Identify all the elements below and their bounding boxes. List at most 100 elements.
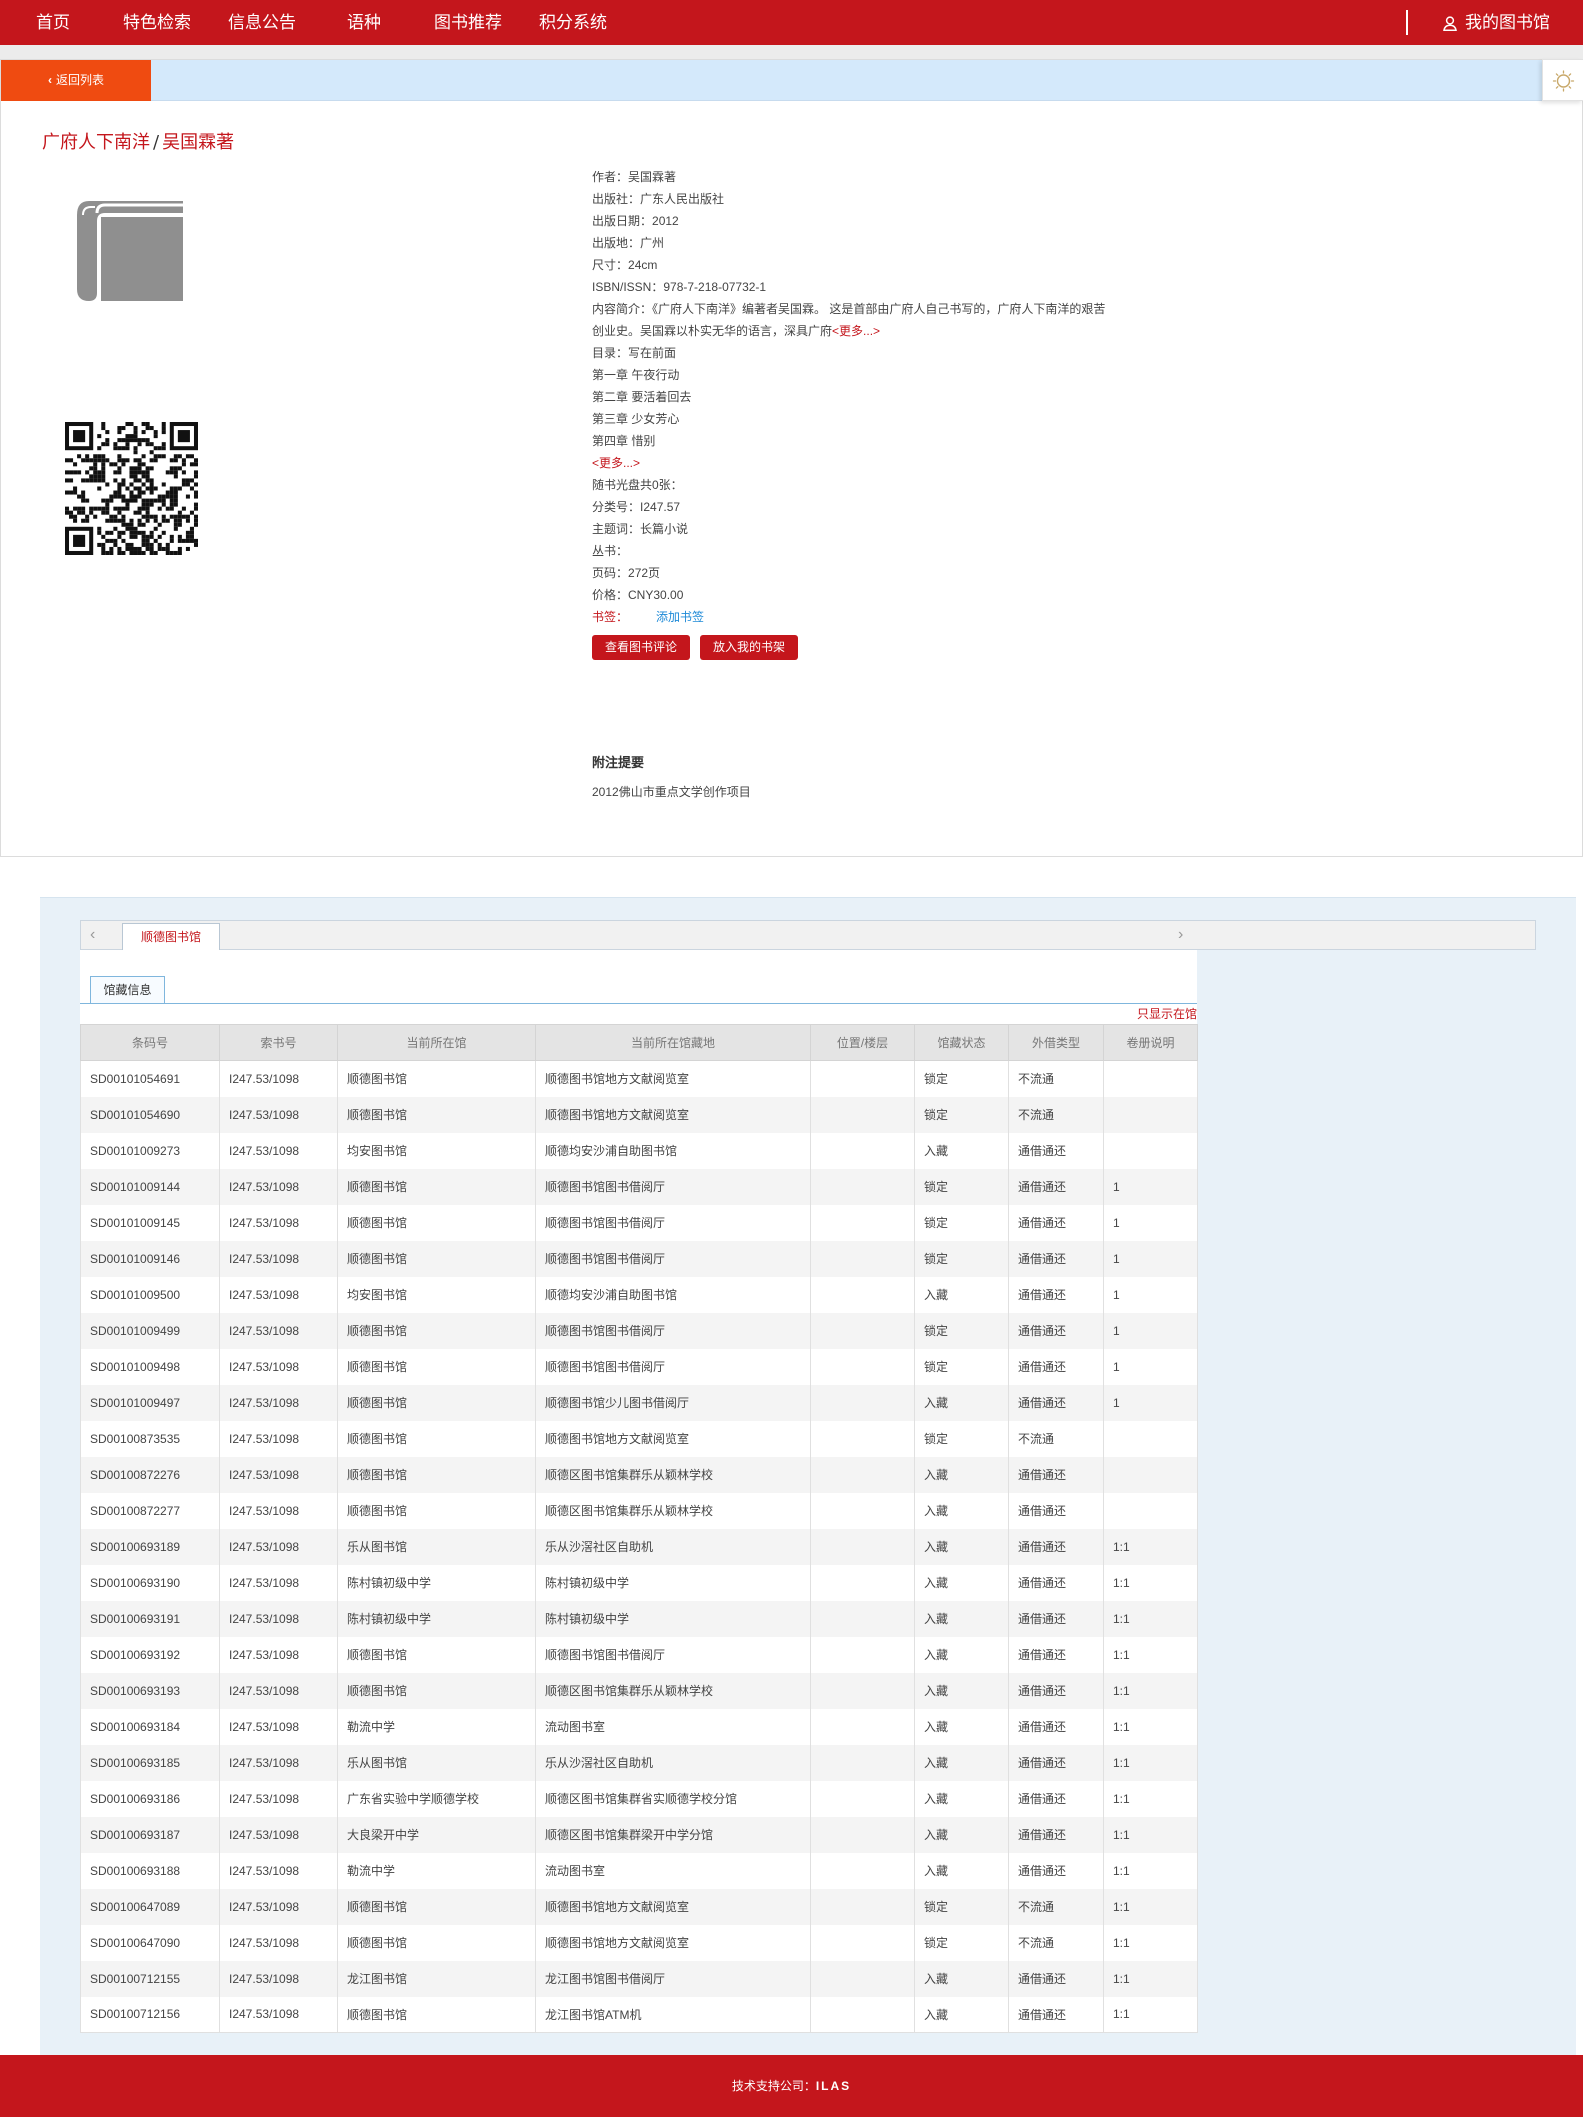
table-row: SD00101009498 I247.53/1098 顺德图书馆 顺德图书馆图书借阅厅… xyxy=(80,1348,1198,1385)
table-cell xyxy=(810,1204,915,1241)
table-cell xyxy=(1103,1456,1198,1493)
table-cell: I247.53/1098 xyxy=(219,1384,338,1421)
add-to-shelf-button[interactable]: 放入我的书架 xyxy=(700,635,798,660)
toc-more-link[interactable]: <更多...> xyxy=(592,456,640,470)
table-cell xyxy=(810,1744,915,1781)
table-cell: 1:1 xyxy=(1103,1600,1198,1637)
column-header: 卷册说明 xyxy=(1103,1024,1198,1061)
table-cell: 龙江图书馆 xyxy=(337,1960,536,1997)
table-cell: SD00100712156 xyxy=(80,1996,220,2033)
table-cell: I247.53/1098 xyxy=(219,1420,338,1457)
table-cell: 通借通还 xyxy=(1008,1564,1104,1601)
table-cell: I247.53/1098 xyxy=(219,1960,338,1997)
holdings-panel: 馆藏信息 只显示在馆 条码号 索书号 当前所在馆 当前所在馆藏地 位置/楼层 馆藏状态 外借… xyxy=(80,950,1198,2033)
notes-heading: 附注提要 xyxy=(592,755,645,770)
nav-languages[interactable]: 语种 xyxy=(347,0,381,45)
table-cell: 入藏 xyxy=(914,1816,1009,1853)
table-cell xyxy=(810,1708,915,1745)
back-to-list-label: 返回列表 xyxy=(55,73,104,87)
table-cell: 通借通还 xyxy=(1008,1132,1104,1169)
table-cell: 通借通还 xyxy=(1008,1636,1104,1673)
table-cell: 顺德图书馆图书借阅厅 xyxy=(535,1636,811,1673)
table-cell: I247.53/1098 xyxy=(219,1168,338,1205)
table-cell xyxy=(810,1456,915,1493)
table-cell: SD00100693192 xyxy=(80,1636,220,1673)
table-cell: 顺德图书馆 xyxy=(337,1060,536,1097)
table-cell: 1 xyxy=(1103,1384,1198,1421)
qr-code xyxy=(65,422,198,555)
table-cell: SD00101009500 xyxy=(80,1276,220,1313)
table-cell: 1:1 xyxy=(1103,1528,1198,1565)
table-cell xyxy=(810,1096,915,1133)
field-series: 丛书： xyxy=(592,544,629,558)
tab-shunde-library[interactable]: 顺德图书馆 xyxy=(122,923,220,950)
table-cell: 1 xyxy=(1103,1348,1198,1385)
table-cell: 1 xyxy=(1103,1312,1198,1349)
table-cell: 顺德图书馆图书借阅厅 xyxy=(535,1168,811,1205)
table-cell: 锁定 xyxy=(914,1924,1009,1961)
table-cell: 顺德图书馆图书借阅厅 xyxy=(535,1312,811,1349)
toc-item: 第二章 要活着回去 xyxy=(592,390,692,404)
only-show-available-link[interactable]: 只显示在馆 xyxy=(1137,1005,1197,1022)
nav-book-recommend[interactable]: 图书推荐 xyxy=(434,0,502,45)
toc-item: 第一章 午夜行动 xyxy=(592,368,680,382)
table-cell: 1 xyxy=(1103,1240,1198,1277)
table-cell: I247.53/1098 xyxy=(219,1348,338,1385)
table-cell: 顺德图书馆地方文献阅览室 xyxy=(535,1924,811,1961)
table-cell: 通借通还 xyxy=(1008,1852,1104,1889)
table-cell: 1:1 xyxy=(1103,1708,1198,1745)
table-cell: SD00101054690 xyxy=(80,1096,220,1133)
table-cell: SD00100693186 xyxy=(80,1780,220,1817)
nav-home[interactable]: 首页 xyxy=(36,0,70,45)
field-disc: 随书光盘共0张： xyxy=(592,478,683,492)
table-body: SD00101054691 I247.53/1098 顺德图书馆 顺德图书馆地方文献阅… xyxy=(80,1060,1198,2033)
table-cell: I247.53/1098 xyxy=(219,1456,338,1493)
add-bookmark-link[interactable]: 添加书签 xyxy=(656,610,704,624)
column-header: 馆藏状态 xyxy=(914,1024,1009,1061)
table-cell: 入藏 xyxy=(914,1672,1009,1709)
table-cell: 通借通还 xyxy=(1008,1312,1104,1349)
my-library-link[interactable]: 我的图书馆 xyxy=(1443,0,1550,45)
table-cell: SD00100873535 xyxy=(80,1420,220,1457)
table-cell: I247.53/1098 xyxy=(219,1492,338,1529)
nav-special-search[interactable]: 特色检索 xyxy=(123,0,191,45)
table-cell: SD00100712155 xyxy=(80,1960,220,1997)
nav-shadow-bar xyxy=(0,45,1583,59)
table-cell: 锁定 xyxy=(914,1312,1009,1349)
table-cell: 不流通 xyxy=(1008,1060,1104,1097)
library-tabstrip: ‹ 顺德图书馆 › xyxy=(80,920,1536,950)
table-cell: 顺德均安沙浦自助图书馆 xyxy=(535,1132,811,1169)
table-cell: SD00101009144 xyxy=(80,1168,220,1205)
back-to-list-button[interactable]: ‹ 返回列表 xyxy=(1,60,151,101)
table-cell xyxy=(810,1600,915,1637)
book-title: 广府人下南洋 / 吴国霖著 xyxy=(42,132,235,153)
side-widget[interactable] xyxy=(1542,59,1583,101)
book-title-text[interactable]: 广府人下南洋 xyxy=(42,132,150,153)
table-cell xyxy=(810,1852,915,1889)
table-cell: 不流通 xyxy=(1008,1096,1104,1133)
column-header: 位置/楼层 xyxy=(810,1024,915,1061)
book-author-text[interactable]: 吴国霖著 xyxy=(162,132,234,153)
column-header: 当前所在馆 xyxy=(337,1024,536,1061)
chevron-left-icon[interactable]: ‹ xyxy=(90,926,95,944)
chevron-right-icon[interactable]: › xyxy=(1178,926,1183,944)
table-cell: I247.53/1098 xyxy=(219,1888,338,1925)
table-cell: 1:1 xyxy=(1103,1636,1198,1673)
table-cell: 入藏 xyxy=(914,1132,1009,1169)
nav-points-system[interactable]: 积分系统 xyxy=(539,0,607,45)
view-reviews-button[interactable]: 查看图书评论 xyxy=(592,635,690,660)
table-cell: 顺德图书馆 xyxy=(337,1924,536,1961)
table-cell: 龙江图书馆ATM机 xyxy=(535,1996,811,2033)
table-cell: 陈村镇初级中学 xyxy=(535,1564,811,1601)
table-cell: 不流通 xyxy=(1008,1924,1104,1961)
table-cell: I247.53/1098 xyxy=(219,1060,338,1097)
field-price: 价格：CNY30.00 xyxy=(592,588,684,602)
table-cell: 通借通还 xyxy=(1008,1276,1104,1313)
table-cell: SD00100693187 xyxy=(80,1816,220,1853)
table-cell: 入藏 xyxy=(914,1456,1009,1493)
table-cell: 1:1 xyxy=(1103,1996,1198,2033)
subtab-divider xyxy=(80,1003,1197,1004)
tab-holdings-info[interactable]: 馆藏信息 xyxy=(90,976,165,1003)
nav-announcements[interactable]: 信息公告 xyxy=(228,0,296,45)
summary-more-link[interactable]: <更多...> xyxy=(832,324,880,338)
